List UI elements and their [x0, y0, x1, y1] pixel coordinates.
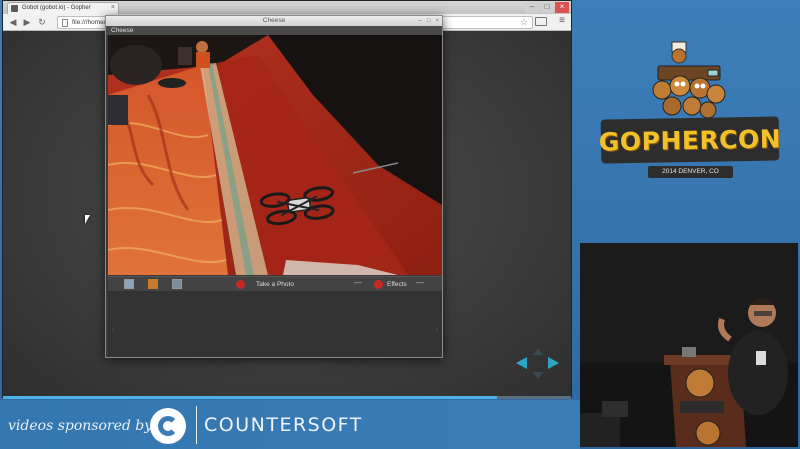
gallery-left-icon[interactable]: ‹ [112, 325, 115, 334]
cast-icon[interactable] [535, 17, 547, 26]
back-icon[interactable]: ◀ [7, 16, 19, 28]
tab-strip: Gobot (gobot.io) - Gopher × – □ × [3, 1, 571, 14]
bookmark-star-icon[interactable]: ☆ [520, 17, 528, 28]
speaker-video [580, 243, 798, 447]
thumbnail-gallery[interactable]: ‹ › [108, 291, 442, 357]
forward-icon[interactable]: ▶ [21, 16, 33, 28]
slide-down-icon[interactable] [533, 372, 543, 379]
gophers-illustration-icon [652, 41, 726, 119]
window-controls: – □ × [525, 2, 569, 13]
separator: — [416, 278, 424, 287]
slide-up-icon[interactable] [533, 348, 543, 355]
gophercon-banner: GOPHERCON [598, 116, 782, 164]
effects-button[interactable]: Effects [387, 281, 407, 288]
minimize-button[interactable]: – [525, 2, 539, 13]
effects-icon[interactable] [374, 280, 383, 289]
mouse-cursor-icon [85, 215, 93, 224]
cheese-window: Cheese – □ × Cheese Take a Photo — Effec… [105, 15, 443, 358]
progress-fill [3, 396, 498, 399]
camera-preview [108, 35, 442, 275]
cheese-title: Cheese [262, 17, 286, 24]
favicon-icon [11, 5, 18, 12]
separator: — [354, 278, 362, 287]
cheese-titlebar: Cheese – □ × [106, 16, 442, 26]
take-photo-button[interactable]: Take a Photo [256, 281, 294, 288]
page-icon [62, 19, 68, 27]
photo-mode-icon[interactable] [124, 279, 134, 289]
cheese-menu[interactable]: Cheese [106, 26, 442, 35]
take-photo-icon[interactable] [236, 280, 245, 289]
drone-on-carpet-image [108, 35, 442, 275]
sponsor-bar: videos sponsored by COUNTERSOFT [0, 400, 580, 449]
sponsor-text: videos sponsored by [8, 418, 153, 434]
cheese-window-controls: – □ × [419, 16, 439, 26]
slide-navigation [514, 348, 564, 379]
burst-mode-icon[interactable] [172, 279, 182, 289]
gophercon-logo: GOPHERCON 2014 DENVER, CO [598, 40, 783, 190]
close-button[interactable]: × [555, 2, 569, 13]
browser-tab[interactable]: Gobot (gobot.io) - Gopher × [7, 2, 119, 14]
maximize-button[interactable]: □ [540, 2, 554, 13]
slide-next-icon[interactable] [548, 357, 559, 369]
countersoft-logo-icon [150, 408, 186, 444]
sponsor-company: COUNTERSOFT [204, 414, 363, 436]
video-mode-icon[interactable] [148, 279, 158, 289]
presentation-progress-bar [3, 396, 571, 399]
speaker-photo [580, 243, 798, 447]
cheese-minimize-button[interactable]: – [419, 16, 422, 26]
gallery-right-icon[interactable]: › [435, 325, 438, 334]
tab-close-icon[interactable]: × [111, 4, 115, 11]
slide-prev-icon[interactable] [516, 357, 527, 369]
gophercon-title: GOPHERCON [598, 123, 782, 157]
cheese-maximize-button[interactable]: □ [427, 16, 431, 26]
menu-icon[interactable]: ≡ [559, 15, 565, 26]
divider [196, 406, 197, 444]
gophercon-subtitle: 2014 DENVER, CO [648, 166, 733, 178]
cheese-close-button[interactable]: × [435, 16, 439, 26]
tab-title: Gobot (gobot.io) - Gopher [22, 5, 91, 11]
cheese-controls: Take a Photo — Effects — [108, 276, 442, 291]
reload-icon[interactable]: ↻ [36, 16, 48, 28]
